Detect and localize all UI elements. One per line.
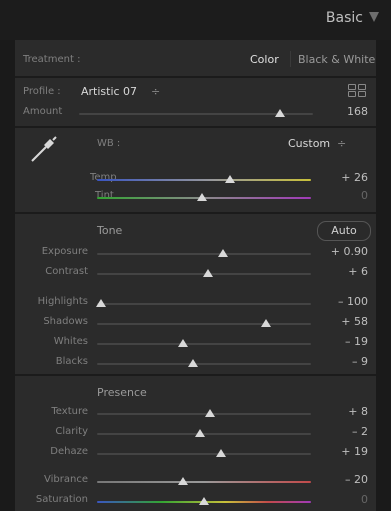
treatment-section: Treatment : Color Black & White <box>15 40 376 76</box>
right-gutter <box>376 40 391 511</box>
wb-section: WB : Custom ÷ Temp + 26 Tint 0 <box>15 128 376 212</box>
treatment-bw-button[interactable]: Black & White <box>298 53 375 66</box>
eyedropper-icon[interactable] <box>29 134 59 164</box>
highlights-label: Highlights <box>37 296 88 307</box>
exposure-value[interactable]: + 0.90 <box>331 245 368 258</box>
texture-label: Texture <box>51 406 88 417</box>
presence-title: Presence <box>97 386 147 399</box>
highlights-slider-track[interactable] <box>97 303 311 305</box>
profile-caret-icon[interactable]: ÷ <box>151 85 160 98</box>
temp-label: Temp <box>90 172 117 183</box>
saturation-slider-knob[interactable] <box>199 497 209 505</box>
texture-slider-knob[interactable] <box>205 409 216 417</box>
wb-select[interactable]: Custom <box>288 137 330 150</box>
tint-slider-knob[interactable] <box>196 193 207 201</box>
basic-panel: Basic Treatment : Color Black & White Pr… <box>0 0 391 511</box>
presence-section: Presence Texture + 8 Clarity – 2 Dehaze … <box>15 376 376 511</box>
triangle-down-icon[interactable] <box>369 12 379 22</box>
shadows-slider-track[interactable] <box>97 323 311 325</box>
clarity-label: Clarity <box>55 426 88 437</box>
exposure-slider-track[interactable] <box>97 253 311 255</box>
highlights-slider-knob[interactable] <box>96 299 107 307</box>
treatment-color-button[interactable]: Color <box>250 53 279 66</box>
texture-value[interactable]: + 8 <box>348 405 368 418</box>
treatment-divider <box>290 51 291 67</box>
amount-value[interactable]: 168 <box>347 105 368 118</box>
temp-value[interactable]: + 26 <box>341 171 368 184</box>
whites-slider-track[interactable] <box>97 343 311 345</box>
contrast-slider-knob[interactable] <box>203 269 214 277</box>
treatment-label: Treatment : <box>23 54 81 65</box>
blacks-label: Blacks <box>55 356 88 367</box>
dehaze-value[interactable]: + 19 <box>341 445 368 458</box>
texture-slider-track[interactable] <box>97 413 311 415</box>
clarity-slider-knob[interactable] <box>194 429 205 437</box>
contrast-label: Contrast <box>45 266 88 277</box>
profile-section: Profile : Artistic 07 ÷ Amount 168 <box>15 78 376 126</box>
blacks-value[interactable]: – 9 <box>352 355 368 368</box>
vibrance-slider-track[interactable] <box>97 481 311 483</box>
temp-slider-knob[interactable] <box>224 175 235 183</box>
tint-label: Tint <box>95 190 114 201</box>
exposure-label: Exposure <box>41 246 88 257</box>
tone-section: Tone Auto Exposure + 0.90 Contrast + 6 H… <box>15 214 376 372</box>
auto-button[interactable]: Auto <box>317 221 371 241</box>
shadows-value[interactable]: + 58 <box>341 315 368 328</box>
dehaze-slider-track[interactable] <box>97 453 311 455</box>
grid-icon[interactable] <box>348 84 366 98</box>
vibrance-slider-knob[interactable] <box>177 477 188 485</box>
dehaze-label: Dehaze <box>50 446 88 457</box>
contrast-value[interactable]: + 6 <box>348 265 368 278</box>
highlights-value[interactable]: – 100 <box>338 295 368 308</box>
panel-header[interactable]: Basic <box>0 0 391 40</box>
whites-slider-knob[interactable] <box>177 339 188 347</box>
temp-slider-track[interactable] <box>97 179 311 181</box>
shadows-slider-knob[interactable] <box>261 319 272 327</box>
saturation-value[interactable]: 0 <box>361 493 368 506</box>
vibrance-value[interactable]: – 20 <box>345 473 368 486</box>
clarity-value[interactable]: – 2 <box>352 425 368 438</box>
whites-label: Whites <box>53 336 88 347</box>
panel-title: Basic <box>325 10 363 26</box>
profile-label: Profile : <box>23 86 61 97</box>
wb-caret-icon[interactable]: ÷ <box>337 137 346 150</box>
saturation-label: Saturation <box>35 494 88 505</box>
tint-value[interactable]: 0 <box>361 189 368 202</box>
amount-label: Amount <box>23 106 63 117</box>
blacks-slider-knob[interactable] <box>188 359 199 367</box>
profile-select[interactable]: Artistic 07 <box>81 85 137 98</box>
wb-label: WB : <box>97 138 121 149</box>
whites-value[interactable]: – 19 <box>345 335 368 348</box>
amount-slider-knob[interactable] <box>275 109 286 117</box>
dehaze-slider-knob[interactable] <box>216 449 227 457</box>
left-gutter <box>0 40 15 511</box>
tone-title: Tone <box>97 224 123 237</box>
blacks-slider-track[interactable] <box>97 363 311 365</box>
shadows-label: Shadows <box>43 316 88 327</box>
vibrance-label: Vibrance <box>44 474 88 485</box>
exposure-slider-knob[interactable] <box>218 249 229 257</box>
